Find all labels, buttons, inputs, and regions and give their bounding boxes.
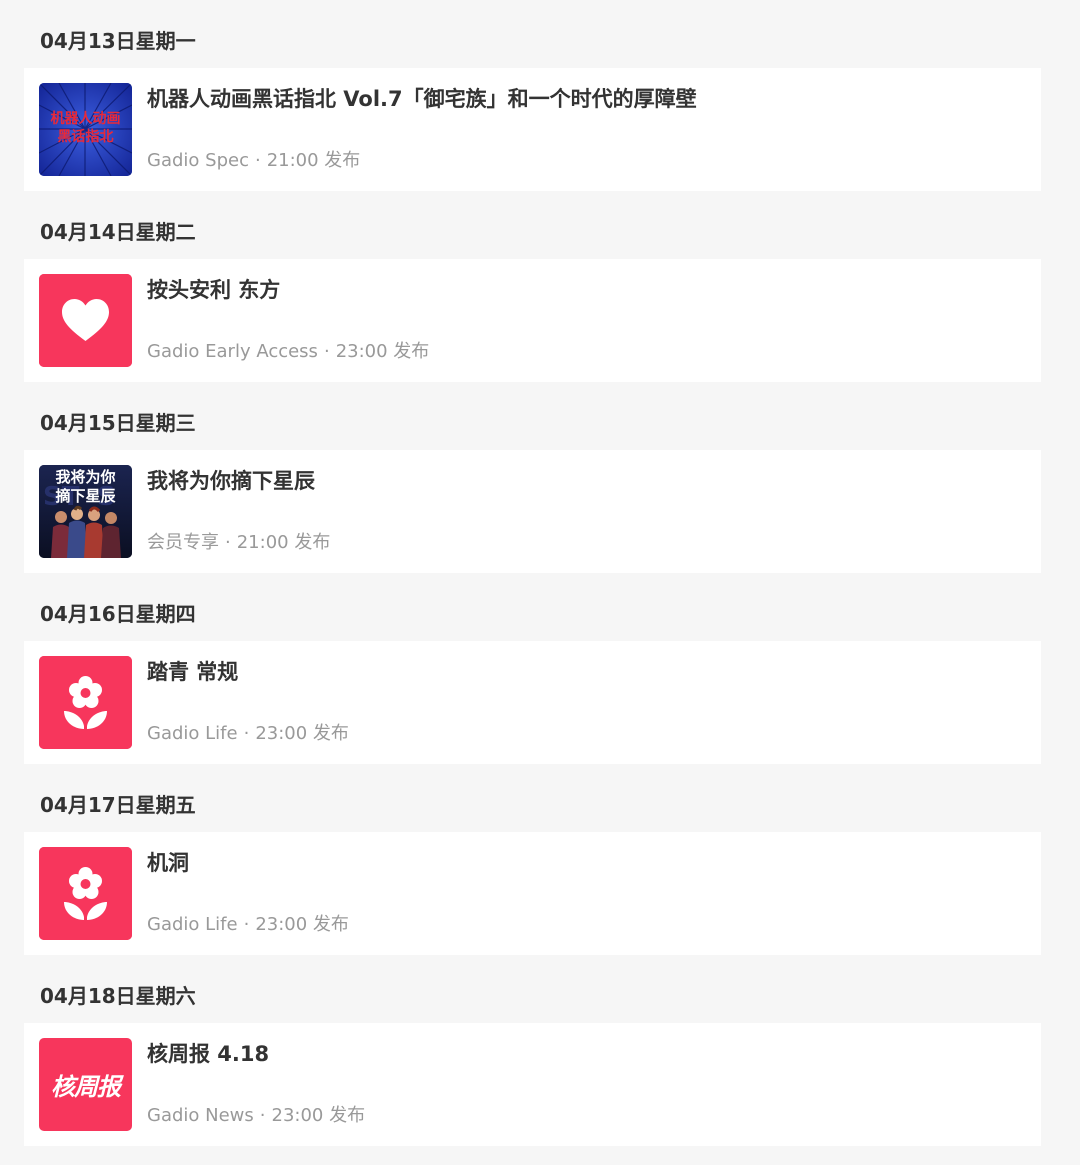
flower-icon[interactable] xyxy=(39,847,132,940)
day-section: 04月14日星期二 按头安利 东方 Gadio Early Access · 23:… xyxy=(0,191,1080,382)
separator-dot: · xyxy=(243,914,250,935)
publish-time: 23:00 发布 xyxy=(255,723,349,744)
episode-card[interactable]: 机洞 Gadio Life · 23:00 发布 xyxy=(24,832,1041,955)
day-header: 04月13日星期一 xyxy=(40,29,196,53)
episode-card[interactable]: 踏青 常规 Gadio Life · 23:00 发布 xyxy=(24,641,1041,764)
news-logo-text: 核周报 xyxy=(51,1073,121,1101)
publish-time: 21:00 发布 xyxy=(266,150,361,171)
episode-title[interactable]: 我将为你摘下星辰 xyxy=(147,466,315,496)
flower-icon[interactable] xyxy=(39,656,132,749)
episode-meta: Gadio Life · 23:00 发布 xyxy=(147,913,349,937)
day-section: 04月18日星期六 核周报 核周报 4.18 Gadio News · 23:00 … xyxy=(0,955,1080,1146)
episode-title[interactable]: 核周报 4.18 xyxy=(147,1039,269,1069)
separator-dot: · xyxy=(323,341,330,362)
day-section: 04月16日星期四 踏青 常规 Gadio Life · 23:00 发布 xyxy=(0,573,1080,764)
heart-icon[interactable] xyxy=(39,274,132,367)
episode-meta: Gadio Spec · 21:00 发布 xyxy=(147,149,360,173)
day-header: 04月15日星期三 xyxy=(40,411,196,435)
day-header: 04月17日星期五 xyxy=(40,793,196,817)
publish-time: 21:00 发布 xyxy=(236,532,331,553)
episode-meta: Gadio Life · 23:00 发布 xyxy=(147,722,349,746)
episode-meta: Gadio Early Access · 23:00 发布 xyxy=(147,340,429,364)
separator-dot: · xyxy=(243,723,250,744)
cover-title-line-1: 机器人动画 xyxy=(50,111,121,127)
episode-title[interactable]: 按头安利 东方 xyxy=(147,275,280,305)
episode-card[interactable]: 按头安利 东方 Gadio Early Access · 23:00 发布 xyxy=(24,259,1041,382)
episode-card[interactable]: 核周报 核周报 4.18 Gadio News · 23:00 发布 xyxy=(24,1023,1041,1146)
separator-dot: · xyxy=(225,532,231,553)
channel-name: Gadio Early Access xyxy=(147,341,318,362)
channel-name: Gadio News xyxy=(147,1105,254,1126)
channel-name: Gadio Life xyxy=(147,914,238,935)
day-header: 04月18日星期六 xyxy=(40,984,196,1008)
episode-title[interactable]: 机洞 xyxy=(147,848,189,878)
cover-title-line-2: 摘下星辰 xyxy=(55,487,116,505)
schedule-list: 04月13日星期一 机器人动画 黑话指北 机器人动画黑话指北 Vol.7「御宅族… xyxy=(0,0,1080,1146)
separator-dot: · xyxy=(259,1105,266,1126)
episode-title[interactable]: 踏青 常规 xyxy=(147,657,238,687)
robot-anime-cover[interactable]: 机器人动画 黑话指北 xyxy=(39,83,132,176)
channel-name: Gadio Spec xyxy=(147,150,249,171)
flower-icon-glyph xyxy=(39,847,132,940)
channel-name: 会员专享 xyxy=(147,532,219,553)
publish-time: 23:00 发布 xyxy=(335,341,430,362)
day-header: 04月14日星期二 xyxy=(40,220,196,244)
episode-card[interactable]: 机器人动画 黑话指北 机器人动画黑话指北 Vol.7「御宅族」和一个时代的厚障壁… xyxy=(24,68,1041,191)
separator-dot: · xyxy=(254,150,261,171)
day-section: 04月13日星期一 机器人动画 黑话指北 机器人动画黑话指北 Vol.7「御宅族… xyxy=(0,0,1080,191)
episode-title[interactable]: 机器人动画黑话指北 Vol.7「御宅族」和一个时代的厚障壁 xyxy=(147,84,697,114)
episode-card[interactable]: ST S 我将为你 摘下星辰 我将为你摘下星辰 会员专享 · 21:00 发布 xyxy=(24,450,1041,573)
stars-cover[interactable]: ST S 我将为你 摘下星辰 xyxy=(39,465,132,558)
day-section: 04月15日星期三 ST S 我将为你 摘下星辰 我将为你摘下星辰 会员专享 ·… xyxy=(0,382,1080,573)
channel-name: Gadio Life xyxy=(147,723,238,744)
episode-meta: Gadio News · 23:00 发布 xyxy=(147,1104,365,1128)
publish-time: 23:00 发布 xyxy=(255,914,349,935)
cover-title-line-2: 黑话指北 xyxy=(57,129,114,145)
day-section: 04月17日星期五 机洞 Gadio Life · 23:00 发布 xyxy=(0,764,1080,955)
news-logo[interactable]: 核周报 xyxy=(39,1038,132,1131)
flower-icon-glyph xyxy=(39,656,132,749)
episode-meta: 会员专享 · 21:00 发布 xyxy=(147,531,330,555)
heart-icon-glyph xyxy=(39,274,132,367)
publish-time: 23:00 发布 xyxy=(271,1105,366,1126)
cover-title-line-1: 我将为你 xyxy=(55,468,116,486)
day-header: 04月16日星期四 xyxy=(40,602,196,626)
